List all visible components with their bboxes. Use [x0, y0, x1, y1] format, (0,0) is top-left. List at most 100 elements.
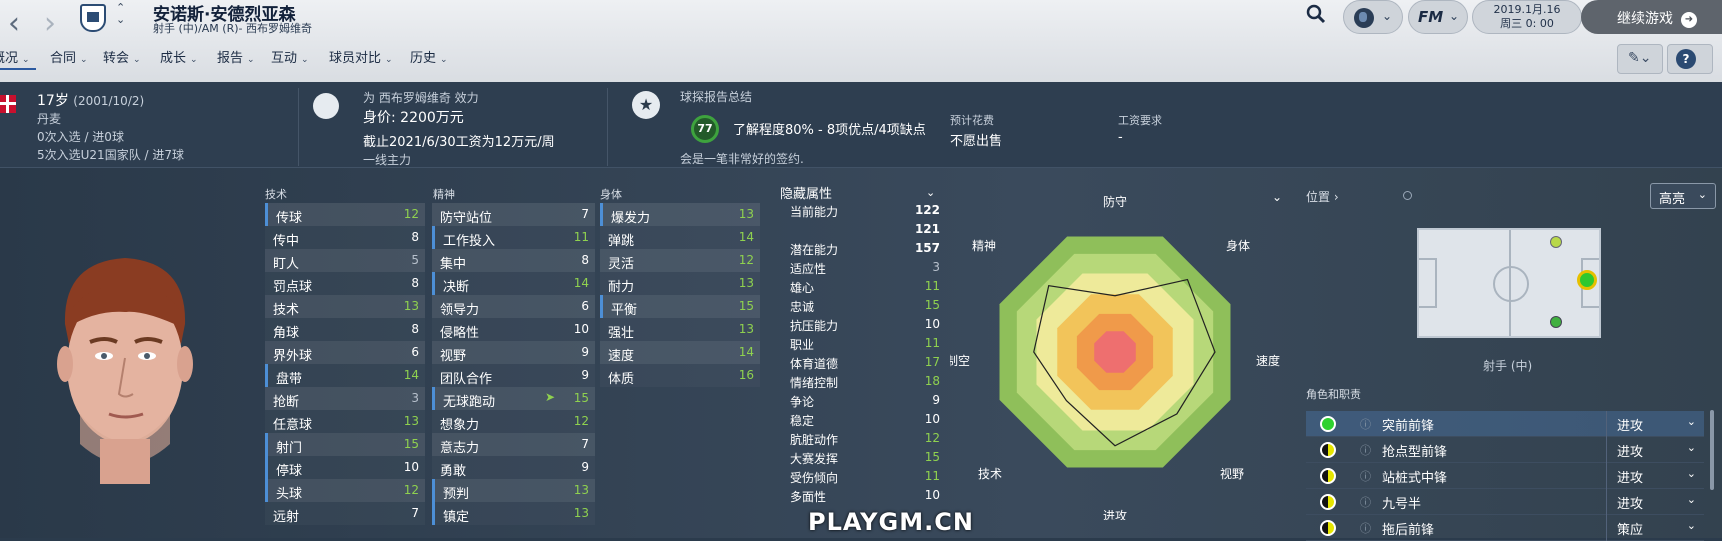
edit-button[interactable]: ✎⌄ — [1617, 44, 1663, 74]
player-face-avatar — [57, 258, 193, 484]
info-icon[interactable]: ⓘ — [1360, 468, 1371, 484]
attribute-row[interactable]: 角球 8 — [265, 318, 425, 341]
hidden-attribute-row[interactable]: 稳定 10 — [790, 410, 940, 428]
role-row[interactable]: ⓘ 九号半 进攻 ⌄ — [1306, 489, 1704, 515]
tab-interaction[interactable]: 互动 ⌄ — [271, 47, 309, 66]
tab-contract[interactable]: 合同 ⌄ — [50, 47, 88, 66]
player-switch-icon[interactable]: ⌃ ⌄ — [116, 2, 125, 26]
info-icon[interactable]: ⓘ — [1360, 494, 1371, 510]
attribute-row[interactable]: 抢断 3 — [265, 387, 425, 410]
attribute-row[interactable]: 界外球 6 — [265, 341, 425, 364]
attribute-row[interactable]: 平衡 15 — [600, 295, 760, 318]
attribute-row[interactable]: 罚点球 8 — [265, 272, 425, 295]
settings-icon[interactable] — [1403, 191, 1412, 200]
attribute-row[interactable]: 传球 12 — [265, 203, 425, 226]
highlight-dropdown[interactable]: 高亮 ⌄ — [1650, 183, 1716, 209]
attribute-row[interactable]: 远射 7 — [265, 502, 425, 525]
attribute-row[interactable]: 盘带 14 — [265, 364, 425, 387]
attribute-row[interactable]: 工作投入 11 — [432, 226, 595, 249]
attribute-row[interactable]: 灵活 12 — [600, 249, 760, 272]
attribute-row[interactable]: 弹跳 14 — [600, 226, 760, 249]
tab-history[interactable]: 历史 ⌄ — [410, 47, 448, 66]
hidden-attribute-row[interactable]: 忠诚 15 — [790, 296, 940, 314]
attribute-row[interactable]: 视野 9 — [432, 341, 595, 364]
help-button[interactable]: ? — [1667, 44, 1713, 74]
roles-scrollbar[interactable] — [1710, 410, 1714, 490]
attribute-row[interactable]: 集中 8 — [432, 249, 595, 272]
attribute-row[interactable]: 防守站位 7 — [432, 203, 595, 226]
hidden-attribute-row[interactable]: 大赛发挥 15 — [790, 448, 940, 466]
attribute-row[interactable]: 速度 14 — [600, 341, 760, 364]
attribute-row[interactable]: 团队合作 9 — [432, 364, 595, 387]
role-row[interactable]: ⓘ 站桩式中锋 进攻 ⌄ — [1306, 463, 1704, 489]
forward-icon[interactable]: › — [44, 6, 56, 41]
scout-summary[interactable]: 了解程度80% - 8项优点/4项缺点 — [733, 119, 926, 138]
position-link[interactable]: 位置 › — [1306, 188, 1339, 205]
hidden-attribute-row[interactable]: 121 — [790, 220, 940, 238]
game-date[interactable]: 2019.1月.16 周三 0: 00 — [1472, 0, 1582, 34]
search-icon[interactable] — [1306, 4, 1326, 24]
role-row[interactable]: ⓘ 抢点型前锋 进攻 ⌄ — [1306, 437, 1704, 463]
attribute-row[interactable]: 技术 13 — [265, 295, 425, 318]
hidden-attribute-row[interactable]: 多面性 10 — [790, 486, 940, 504]
tab-transfer[interactable]: 转会 ⌄ — [103, 47, 141, 66]
attribute-row[interactable]: 镇定 13 — [432, 502, 595, 525]
hidden-attribute-row[interactable]: 肮脏动作 12 — [790, 429, 940, 447]
attribute-row[interactable]: 勇敢 9 — [432, 456, 595, 479]
club-badge-icon[interactable] — [313, 93, 339, 119]
role-duty: 进攻 — [1617, 497, 1644, 512]
attribute-row[interactable]: 传中 8 — [265, 226, 425, 249]
attribute-row[interactable]: 头球 12 — [265, 479, 425, 502]
player-nation[interactable]: 丹麦 — [37, 110, 61, 127]
club-crest-icon[interactable] — [80, 4, 106, 32]
hidden-attribute-row[interactable]: 潜在能力 157 — [790, 239, 940, 257]
hidden-attribute-row[interactable]: 抗压能力 10 — [790, 315, 940, 333]
attribute-row[interactable]: 任意球 13 — [265, 410, 425, 433]
hidden-attribute-row[interactable]: 适应性 3 — [790, 258, 940, 276]
world-menu-button[interactable]: ⌄ — [1343, 0, 1403, 34]
info-icon[interactable]: ⓘ — [1360, 520, 1371, 536]
tab-overview[interactable]: 概况⌄ — [0, 47, 30, 66]
role-duty-dropdown[interactable]: 进攻 ⌄ — [1606, 463, 1704, 489]
info-icon[interactable]: ⓘ — [1360, 442, 1371, 458]
tab-development[interactable]: 成长 ⌄ — [160, 47, 198, 66]
role-row[interactable]: ⓘ 突前前锋 进攻 ⌄ — [1306, 411, 1704, 437]
role-row[interactable]: ⓘ 拖后前锋 策应 ⌄ — [1306, 515, 1704, 541]
attribute-row[interactable]: 想象力 12 — [432, 410, 595, 433]
tab-compare[interactable]: 球员对比 ⌄ — [329, 47, 393, 66]
hidden-attribute-row[interactable]: 争论 9 — [790, 391, 940, 409]
attribute-row[interactable]: 决断 14 — [432, 272, 595, 295]
tab-reports[interactable]: 报告 ⌄ — [217, 47, 255, 66]
role-duty-dropdown[interactable]: 策应 ⌄ — [1606, 515, 1704, 541]
attribute-value: 14 — [738, 345, 754, 359]
radar-collapse-icon[interactable]: ⌄ — [1272, 190, 1282, 204]
role-duty-dropdown[interactable]: 进攻 ⌄ — [1606, 437, 1704, 463]
hidden-collapse-icon[interactable]: ⌄ — [926, 186, 935, 199]
hidden-attribute-row[interactable]: 雄心 11 — [790, 277, 940, 295]
attribute-row[interactable]: 无球跑动 15 ➤ — [432, 387, 595, 410]
info-icon[interactable]: ⓘ — [1360, 416, 1371, 432]
attribute-row[interactable]: 射门 15 — [265, 433, 425, 456]
role-duty: 策应 — [1617, 523, 1644, 538]
back-icon[interactable]: ‹ — [8, 6, 20, 41]
role-duty-dropdown[interactable]: 进攻 ⌄ — [1606, 489, 1704, 515]
continue-button[interactable]: 继续游戏 ➜ — [1581, 0, 1722, 34]
hidden-attribute-row[interactable]: 受伤倾向 11 — [790, 467, 940, 485]
attribute-row[interactable]: 体质 16 — [600, 364, 760, 387]
role-duty-dropdown[interactable]: 进攻 ⌄ — [1606, 411, 1704, 437]
hidden-attribute-row[interactable]: 体育道德 17 — [790, 353, 940, 371]
attribute-row[interactable]: 预判 13 — [432, 479, 595, 502]
attribute-row[interactable]: 耐力 13 — [600, 272, 760, 295]
hidden-attribute-row[interactable]: 职业 11 — [790, 334, 940, 352]
fm-menu-button[interactable]: FM ⌄ — [1408, 0, 1468, 34]
club-line[interactable]: 为 西布罗姆维奇 效力 — [363, 89, 479, 106]
attribute-row[interactable]: 停球 10 — [265, 456, 425, 479]
attribute-row[interactable]: 意志力 7 — [432, 433, 595, 456]
attribute-row[interactable]: 盯人 5 — [265, 249, 425, 272]
attribute-row[interactable]: 爆发力 13 — [600, 203, 760, 226]
hidden-attribute-row[interactable]: 情绪控制 18 — [790, 372, 940, 390]
hidden-attribute-row[interactable]: 当前能力 122 — [790, 201, 940, 219]
attribute-row[interactable]: 侵略性 10 — [432, 318, 595, 341]
attribute-row[interactable]: 领导力 6 — [432, 295, 595, 318]
attribute-row[interactable]: 强壮 13 — [600, 318, 760, 341]
